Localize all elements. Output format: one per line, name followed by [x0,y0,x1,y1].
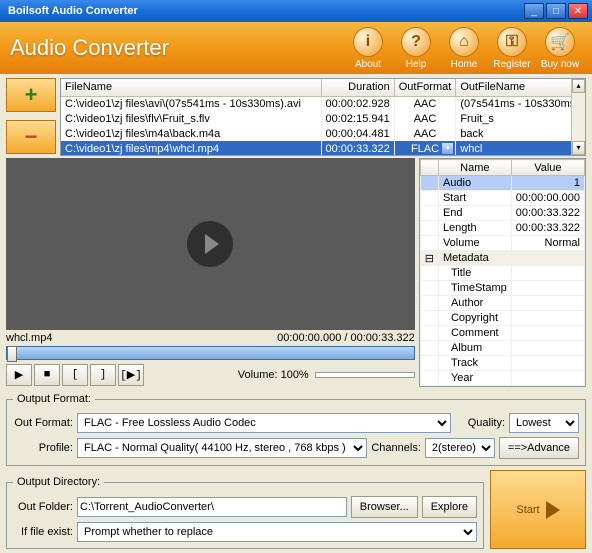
home-icon: ⌂ [449,27,479,57]
out-format-select[interactable]: FLAC - Free Lossless Audio Codec [77,413,451,433]
video-preview [6,158,415,330]
window-title: Boilsoft Audio Converter [4,5,522,17]
stop-button[interactable]: ■ [34,364,60,386]
file-row[interactable]: C:\video1\zj files\mp4\whcl.mp400:00:33.… [61,141,585,156]
channels-select[interactable]: 2(stereo) [425,438,495,458]
prop-row[interactable]: Start00:00:00.000 [420,191,584,206]
quality-label: Quality: [455,417,505,429]
header-help-button[interactable]: ? Help [394,27,438,70]
out-folder-label: Out Folder: [13,501,73,513]
header-about-button[interactable]: i About [346,27,390,70]
col-prop-name[interactable]: Name [438,160,511,176]
col-duration[interactable]: Duration [321,79,394,96]
mark-out-button[interactable]: ] [90,364,116,386]
meta-row[interactable]: TimeStamp [420,281,584,296]
header-btn-label: Help [394,59,438,70]
header-btn-label: Buy now [538,59,582,70]
file-table[interactable]: FileName Duration OutFormat OutFileName … [60,78,586,156]
file-row[interactable]: C:\video1\zj files\avi\(07s541ms - 10s33… [61,96,585,111]
prop-row[interactable]: End00:00:33.322 [420,206,584,221]
output-dir-legend: Output Directory: [13,476,104,488]
if-exist-label: If file exist: [13,526,73,538]
help-icon: ? [401,27,431,57]
out-folder-input[interactable] [77,497,347,517]
browser-button[interactable]: Browser... [351,496,418,518]
output-format-legend: Output Format: [13,393,95,405]
seek-thumb[interactable] [7,346,17,362]
volume-slider[interactable] [315,372,415,378]
minimize-button[interactable]: _ [524,3,544,19]
scroll-down-icon[interactable]: ▾ [572,141,585,155]
play-button[interactable]: ▶ [6,364,32,386]
preview-time: 00:00:00.000 / 00:00:33.322 [277,332,415,344]
mark-in-button[interactable]: [ [62,364,88,386]
explore-button[interactable]: Explore [422,496,477,518]
col-outfilename[interactable]: OutFileName [456,79,585,96]
advance-button[interactable]: ==>Advance [499,437,579,459]
scroll-up-icon[interactable]: ▴ [572,79,585,93]
properties-panel[interactable]: NameValue Audio1Start00:00:00.000End00:0… [419,158,586,387]
header-home-button[interactable]: ⌂ Home [442,27,486,70]
format-dropdown-icon[interactable]: ▾ [442,143,453,154]
volume-label: Volume: 100% [238,369,309,381]
profile-select[interactable]: FLAC - Normal Quality( 44100 Hz, stereo … [77,438,367,458]
play-icon [205,234,219,254]
col-prop-value[interactable]: Value [511,160,584,176]
add-file-button[interactable]: + [6,78,56,112]
buy now-icon: 🛒 [545,27,575,57]
prop-row[interactable]: VolumeNormal [420,236,584,251]
close-button[interactable]: ✕ [568,3,588,19]
metadata-header[interactable]: Metadata [438,251,584,266]
header-btn-label: Home [442,59,486,70]
profile-label: Profile: [13,442,73,454]
start-button[interactable]: Start [490,470,586,549]
file-row[interactable]: C:\video1\zj files\flv\Fruit_s.flv00:02:… [61,111,585,126]
collapse-icon[interactable]: ⊟ [420,251,438,266]
app-title: Audio Converter [10,35,346,61]
meta-row[interactable]: Copyright [420,311,584,326]
about-icon: i [353,27,383,57]
start-icon [546,501,560,519]
header-btn-label: About [346,59,390,70]
meta-row[interactable]: Comment [420,326,584,341]
file-scrollbar[interactable]: ▴ ▾ [571,79,585,155]
col-filename[interactable]: FileName [61,79,321,96]
header-register-button[interactable]: ⚿ Register [490,27,534,70]
maximize-button[interactable]: □ [546,3,566,19]
file-row[interactable]: C:\video1\zj files\m4a\back.m4a00:00:04.… [61,126,585,141]
prop-row[interactable]: Length00:00:33.322 [420,221,584,236]
header-btn-label: Register [490,59,534,70]
start-label: Start [516,504,539,516]
seek-slider[interactable] [6,346,415,360]
meta-row[interactable]: Year [420,371,584,386]
meta-row[interactable]: Title [420,266,584,281]
remove-file-button[interactable]: − [6,120,56,154]
register-icon: ⚿ [497,27,527,57]
header-buy-now-button[interactable]: 🛒 Buy now [538,27,582,70]
quality-select[interactable]: Lowest [509,413,579,433]
meta-row[interactable]: Album [420,341,584,356]
play-overlay-button[interactable] [187,221,233,267]
next-mark-button[interactable]: [▶] [118,364,144,386]
meta-row[interactable]: Track [420,356,584,371]
if-exist-select[interactable]: Prompt whether to replace [77,522,477,542]
channels-label: Channels: [371,442,421,454]
out-format-label: Out Format: [13,417,73,429]
col-outformat[interactable]: OutFormat [394,79,456,96]
meta-row[interactable]: Author [420,296,584,311]
prop-row[interactable]: Audio1 [420,176,584,191]
preview-filename: whcl.mp4 [6,332,52,344]
